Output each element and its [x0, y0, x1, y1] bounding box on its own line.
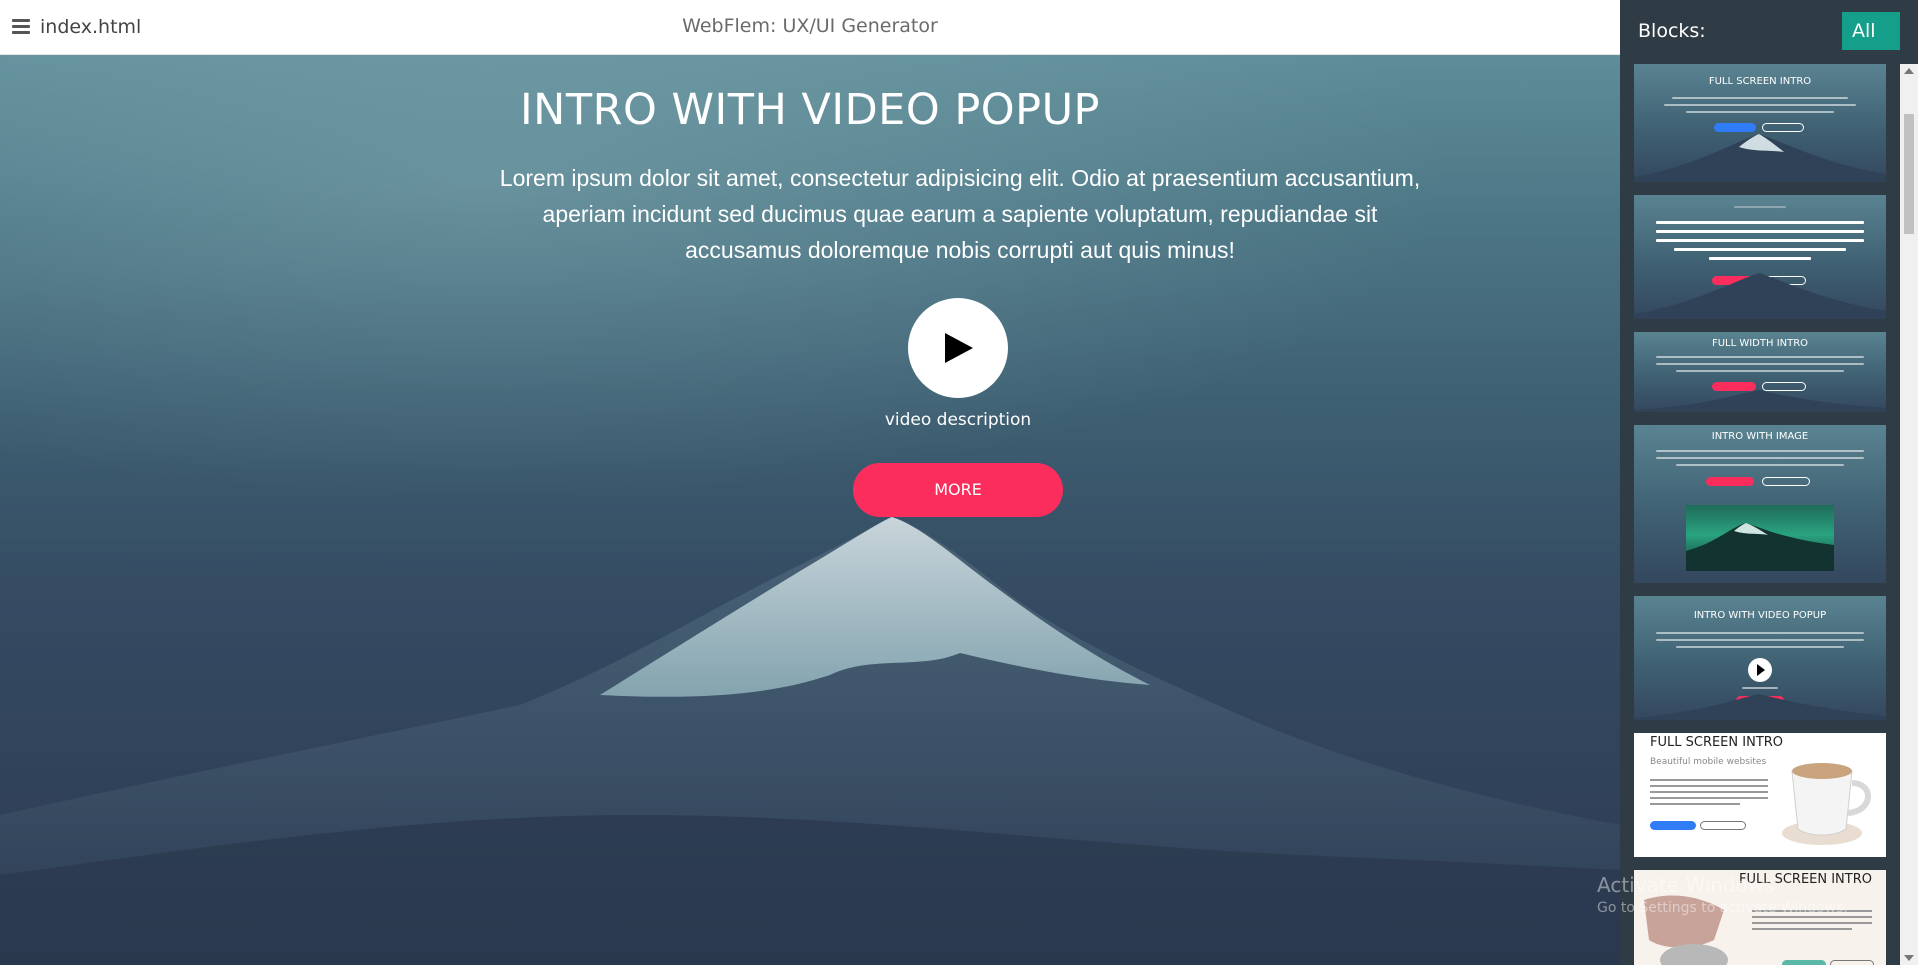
- thumbnail-cup-image: [1782, 763, 1871, 845]
- block-thumbnail[interactable]: INTRO WITH IMAGE: [1634, 425, 1886, 583]
- block-thumbnail[interactable]: FULL WIDTH INTRO: [1634, 332, 1886, 412]
- block-thumbnail[interactable]: FULL SCREEN INTRO: [1634, 64, 1886, 182]
- thumbnail-button: [1650, 821, 1696, 830]
- hero-title: INTRO WITH VIDEO POPUP: [520, 85, 1100, 135]
- thumbnail-title: FULL WIDTH INTRO: [1711, 338, 1809, 349]
- play-icon: [945, 333, 973, 363]
- video-description: video description: [884, 410, 1032, 430]
- scroll-up-arrow[interactable]: [1904, 68, 1914, 74]
- thumbnail-button: [1762, 477, 1810, 486]
- blocks-filter-select[interactable]: All: [1842, 12, 1900, 50]
- thumbnail-title: INTRO WITH VIDEO POPUP: [1693, 610, 1827, 621]
- block-thumbnail[interactable]: FULL SCREEN INTRO Beautiful mobile websi…: [1634, 733, 1886, 857]
- thumbnail-button: [1706, 477, 1754, 486]
- sidebar-scrollbar[interactable]: [1900, 64, 1918, 965]
- app-title: WebFlem: UX/UI Generator: [682, 15, 938, 37]
- more-button[interactable]: MORE: [853, 463, 1063, 517]
- thumbnail-title: INTRO WITH IMAGE: [1711, 431, 1809, 442]
- hero-preview: INTRO WITH VIDEO POPUP Lorem ipsum dolor…: [0, 55, 1620, 965]
- hero-description: Lorem ipsum dolor sit amet, consectetur …: [499, 165, 1421, 263]
- blocks-title: Blocks:: [1638, 20, 1706, 42]
- block-thumbnail-active[interactable]: INTRO WITH VIDEO POPUP: [1634, 596, 1886, 720]
- thumbnail-subtitle: Beautiful mobile websites: [1650, 757, 1767, 767]
- thumbnail-button: [1782, 960, 1826, 965]
- thumbnail-button: [1830, 960, 1874, 965]
- thumbnail-image-mountain: [1686, 523, 1834, 571]
- play-video-button[interactable]: [908, 298, 1008, 398]
- thumbnail-title: FULL SCREEN INTRO: [1708, 76, 1812, 87]
- blocks-sidebar: Blocks: All FULL SCREEN INTRO FULL WIDTH…: [1620, 0, 1918, 965]
- scroll-thumb[interactable]: [1904, 114, 1914, 234]
- block-thumbnail-list[interactable]: FULL SCREEN INTRO FULL WIDTH INTRO INTRO…: [1634, 64, 1886, 965]
- activate-windows-hint: Go to Settings to activate Windows.: [1597, 900, 1848, 916]
- block-thumbnail[interactable]: [1634, 195, 1886, 319]
- activate-windows-watermark: Activate Windows: [1597, 873, 1775, 897]
- scroll-down-arrow[interactable]: [1904, 955, 1914, 961]
- top-bar: index.html WebFlem: UX/UI Generator: [0, 0, 1620, 55]
- thumbnail-button: [1700, 821, 1746, 830]
- thumbnail-title: FULL SCREEN INTRO: [1650, 735, 1784, 750]
